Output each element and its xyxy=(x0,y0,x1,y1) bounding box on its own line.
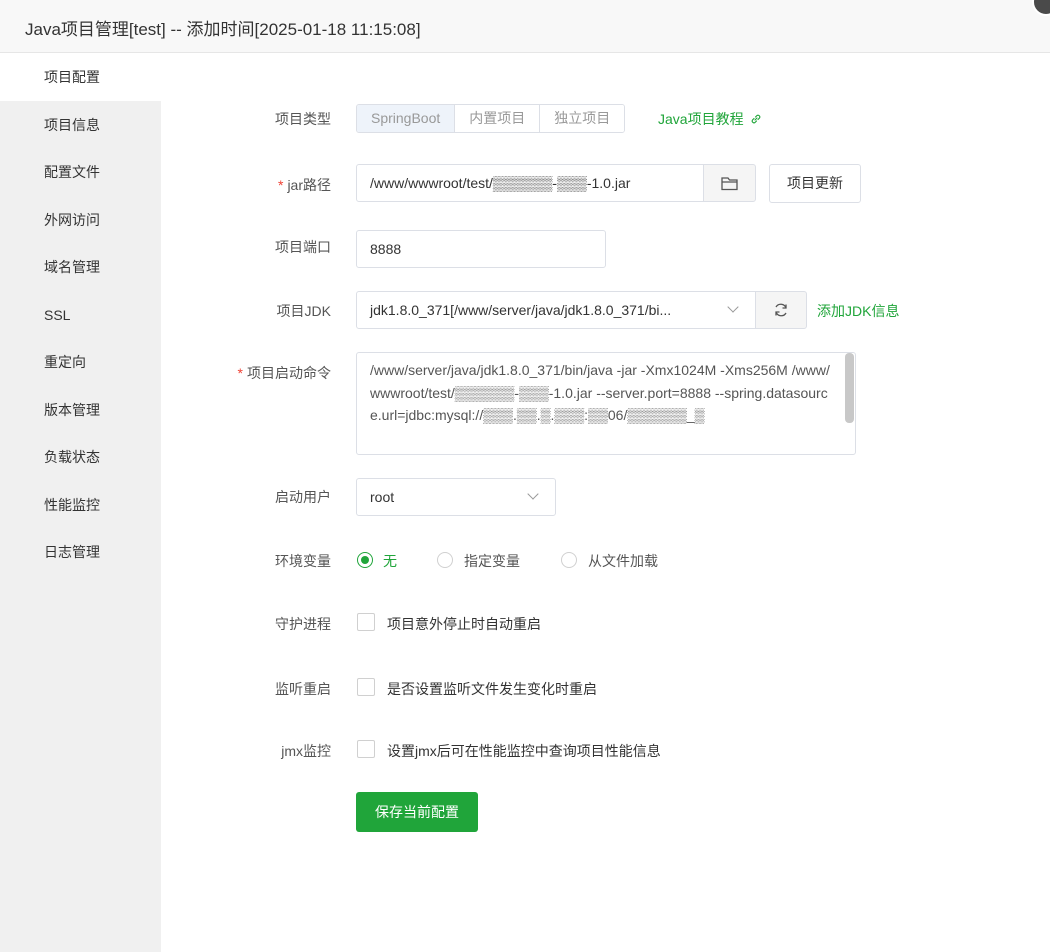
sidebar-item-project-info[interactable]: 项目信息 xyxy=(0,101,161,149)
java-tutorial-link-text: Java项目教程 xyxy=(658,111,744,127)
sidebar-item-load-status[interactable]: 负载状态 xyxy=(0,433,161,481)
main-form: 项目类型 SpringBoot 内置项目 独立项目 Java项目教程 * jar路… xyxy=(161,53,1050,952)
daemon-label: 守护进程 xyxy=(275,616,331,632)
folder-picker-button[interactable] xyxy=(703,164,756,202)
jdk-label: 项目JDK xyxy=(276,303,331,319)
sidebar: 项目配置 项目信息 配置文件 外网访问 域名管理 SSL 重定向 版本管理 负载… xyxy=(0,53,161,952)
java-tutorial-link[interactable]: Java项目教程 xyxy=(658,109,762,129)
sidebar-item-config-file[interactable]: 配置文件 xyxy=(0,148,161,196)
start-command-label-text: 项目启动命令 xyxy=(247,365,331,381)
watch-restart-checkbox-text: 是否设置监听文件发生变化时重启 xyxy=(387,681,597,697)
jar-path-label-text: jar路径 xyxy=(287,177,331,193)
jmx-checkbox-text: 设置jmx后可在性能监控中查询项目性能信息 xyxy=(387,743,661,759)
project-type-label: 项目类型 xyxy=(275,111,331,127)
env-radio-specify-label: 指定变量 xyxy=(464,553,520,569)
start-command-textarea[interactable]: /www/server/java/jdk1.8.0_371/bin/java -… xyxy=(356,352,856,455)
daemon-checkbox[interactable] xyxy=(357,613,375,631)
window-titlebar: Java项目管理[test] -- 添加时间[2025-01-18 11:15:… xyxy=(0,0,1050,53)
sidebar-item-project-config[interactable]: 项目配置 xyxy=(0,53,161,101)
sidebar-item-performance[interactable]: 性能监控 xyxy=(0,481,161,529)
sidebar-item-redirect[interactable]: 重定向 xyxy=(0,338,161,386)
port-input[interactable]: 8888 xyxy=(356,230,606,268)
required-mark: * xyxy=(237,365,243,381)
jmx-label: jmx监控 xyxy=(281,743,331,759)
jdk-select[interactable]: jdk1.8.0_371[/www/server/java/jdk1.8.0_3… xyxy=(356,291,756,329)
project-type-segmented: SpringBoot 内置项目 独立项目 xyxy=(356,104,626,133)
link-icon xyxy=(751,114,760,124)
start-command-label: * 项目启动命令 xyxy=(161,363,331,383)
port-label: 项目端口 xyxy=(275,239,331,255)
sidebar-item-domain[interactable]: 域名管理 xyxy=(0,243,161,291)
refresh-jdk-button[interactable] xyxy=(755,291,807,329)
project-update-button[interactable]: 项目更新 xyxy=(769,164,861,203)
save-config-button[interactable]: 保存当前配置 xyxy=(356,792,478,832)
project-type-springboot[interactable]: SpringBoot xyxy=(357,105,456,132)
env-radio-specify[interactable] xyxy=(437,552,453,568)
daemon-checkbox-text: 项目意外停止时自动重启 xyxy=(387,616,541,632)
textarea-scrollbar[interactable] xyxy=(845,353,854,423)
watch-restart-label: 监听重启 xyxy=(275,681,331,697)
watch-restart-checkbox[interactable] xyxy=(357,678,375,696)
jar-path-label: * jar路径 xyxy=(161,175,331,195)
add-jdk-link[interactable]: 添加JDK信息 xyxy=(817,301,899,321)
run-user-select[interactable]: root xyxy=(356,478,556,516)
env-radio-none[interactable] xyxy=(357,552,373,568)
jar-path-input[interactable]: /www/wwwroot/test/▒▒▒▒▒▒-▒▒▒-1.0.jar xyxy=(356,164,704,202)
project-type-builtin[interactable]: 内置项目 xyxy=(455,105,541,132)
project-type-standalone[interactable]: 独立项目 xyxy=(540,105,625,132)
required-mark: * xyxy=(277,177,284,193)
sidebar-item-ssl[interactable]: SSL xyxy=(0,291,161,339)
window-title: Java项目管理[test] -- 添加时间[2025-01-18 11:15:… xyxy=(25,20,421,39)
env-label: 环境变量 xyxy=(275,553,331,569)
run-user-label: 启动用户 xyxy=(275,489,331,505)
sidebar-item-version[interactable]: 版本管理 xyxy=(0,386,161,434)
folder-icon xyxy=(720,176,738,190)
sidebar-item-logs[interactable]: 日志管理 xyxy=(0,528,161,576)
sidebar-item-external-access[interactable]: 外网访问 xyxy=(0,196,161,244)
jmx-checkbox[interactable] xyxy=(357,740,375,758)
env-radio-file-label: 从文件加载 xyxy=(588,553,658,569)
refresh-icon xyxy=(775,303,787,317)
env-radio-none-label: 无 xyxy=(383,553,397,569)
env-radio-file[interactable] xyxy=(561,552,577,568)
